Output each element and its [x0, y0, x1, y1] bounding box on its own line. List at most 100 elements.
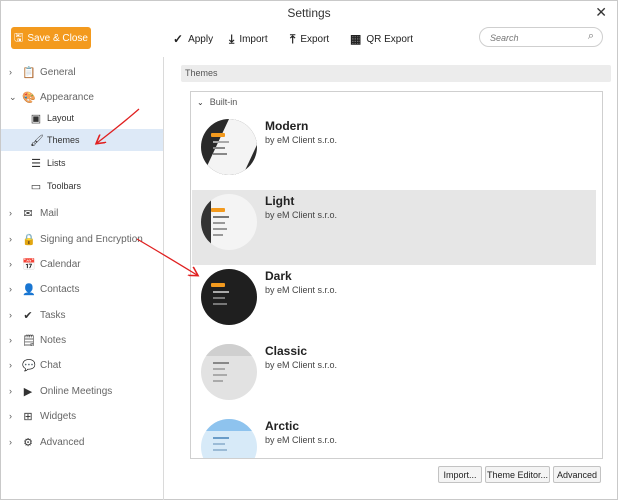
sidebar-item-label: General	[40, 66, 76, 78]
notes-icon: 🗒	[22, 334, 36, 347]
check-icon: ✔	[23, 309, 33, 322]
titlebar: Settings ✕	[1, 1, 617, 25]
sidebar-item-label: Widgets	[40, 410, 77, 422]
search-icon[interactable]: ⌕	[588, 30, 594, 43]
lock-icon: 🔒	[22, 233, 36, 246]
theme-item-arctic[interactable]: Arctic by eM Client s.r.o.	[192, 415, 596, 458]
theme-author: by eM Client s.r.o.	[265, 285, 338, 295]
chevron-right-icon[interactable]: ›	[9, 335, 12, 345]
import-theme-button[interactable]: Import...	[438, 466, 482, 483]
sidebar-item-lists[interactable]: ☰ Lists	[1, 152, 163, 174]
sidebar-item-label: Notes	[40, 334, 67, 346]
theme-author: by eM Client s.r.o.	[265, 210, 338, 220]
sidebar-item-calendar[interactable]: › 📅 Calendar	[1, 253, 163, 275]
chevron-down-icon[interactable]: ⌄	[197, 98, 204, 107]
sidebar-item-layout[interactable]: ▣ Layout	[1, 107, 163, 129]
theme-editor-button[interactable]: Theme Editor...	[485, 466, 550, 483]
chevron-right-icon[interactable]: ›	[9, 386, 12, 396]
apply-label: Apply	[188, 33, 214, 45]
palette-icon: 🎨	[22, 91, 36, 104]
toolbar-icon: ▭	[30, 180, 42, 193]
sidebar: › 📋 General ⌄ 🎨 Appearance ▣ Layout 🖌 Th…	[1, 57, 164, 500]
toolbar: 🖫 Save & Close ✓ Apply ⤓ Import ⤒ Export…	[1, 25, 617, 55]
chevron-right-icon[interactable]: ›	[9, 284, 12, 294]
video-icon: ▶	[23, 385, 33, 398]
theme-author: by eM Client s.r.o.	[265, 360, 338, 370]
theme-item-modern[interactable]: Modern by eM Client s.r.o.	[192, 115, 596, 190]
theme-name: Arctic	[265, 419, 300, 433]
apply-button[interactable]: ✓ Apply	[173, 31, 213, 47]
sidebar-item-label: Signing and Encryption	[40, 233, 143, 245]
sidebar-item-signing[interactable]: › 🔒 Signing and Encryption	[1, 228, 163, 250]
save-close-label: Save & Close	[27, 32, 88, 44]
sidebar-item-online-meetings[interactable]: › ▶ Online Meetings	[1, 380, 163, 402]
chevron-right-icon[interactable]: ›	[9, 437, 12, 447]
sidebar-item-label: Appearance	[40, 91, 94, 103]
sidebar-item-widgets[interactable]: › ⊞ Widgets	[1, 405, 163, 427]
sidebar-item-label: Online Meetings	[40, 385, 113, 397]
save-icon: 🖫	[14, 31, 24, 44]
sidebar-item-appearance[interactable]: ⌄ 🎨 Appearance	[1, 86, 163, 108]
sidebar-item-label: Themes	[47, 135, 80, 145]
theme-item-dark[interactable]: Dark by eM Client s.r.o.	[192, 265, 596, 340]
sidebar-item-label: Contacts	[40, 283, 80, 295]
sidebar-item-notes[interactable]: › 🗒 Notes	[1, 329, 163, 351]
sidebar-item-advanced[interactable]: › ⚙ Advanced	[1, 431, 163, 453]
sidebar-item-mail[interactable]: › ✉ Mail	[1, 202, 163, 224]
sidebar-item-label: Mail	[40, 207, 59, 219]
save-close-button[interactable]: 🖫 Save & Close	[11, 27, 91, 49]
layout-icon: ▣	[30, 112, 42, 125]
theme-name: Classic	[265, 344, 308, 358]
brush-icon: 🖌	[30, 134, 44, 147]
mail-icon: ✉	[23, 207, 33, 220]
themes-list[interactable]: ⌄ Built-in Modern by eM Client s.r.o. Li…	[190, 91, 603, 459]
search-input[interactable]	[490, 31, 580, 44]
group-title: Built-in	[209, 97, 238, 107]
sidebar-item-label: Calendar	[40, 258, 81, 270]
list-icon: ☰	[31, 157, 41, 170]
qr-code-icon: ▦	[350, 32, 362, 46]
sidebar-item-contacts[interactable]: › 👤 Contacts	[1, 278, 163, 300]
sidebar-item-label: Advanced	[40, 436, 85, 448]
theme-item-classic[interactable]: Classic by eM Client s.r.o.	[192, 340, 596, 415]
theme-thumbnail	[201, 194, 257, 250]
download-icon: ⤓	[229, 31, 235, 46]
sidebar-item-chat[interactable]: › 💬 Chat	[1, 354, 163, 376]
theme-name: Dark	[265, 269, 292, 283]
clipboard-icon: 📋	[22, 66, 36, 79]
chevron-right-icon[interactable]: ›	[9, 67, 12, 77]
import-button[interactable]: ⤓ Import	[229, 31, 268, 47]
chevron-right-icon[interactable]: ›	[9, 360, 12, 370]
sidebar-item-themes[interactable]: 🖌 Themes	[1, 129, 163, 151]
theme-thumbnail	[201, 269, 257, 325]
chevron-down-icon[interactable]: ⌄	[9, 92, 17, 103]
qr-export-label: QR Export	[366, 33, 414, 45]
search-box[interactable]: ⌕	[479, 27, 603, 47]
sidebar-item-toolbars[interactable]: ▭ Toolbars	[1, 175, 163, 197]
window-title: Settings	[287, 6, 331, 20]
sidebar-item-label: Lists	[47, 158, 66, 168]
upload-icon: ⤒	[290, 31, 296, 46]
theme-item-light[interactable]: Light by eM Client s.r.o.	[192, 190, 596, 265]
theme-thumbnail	[201, 419, 257, 458]
export-label: Export	[300, 33, 330, 45]
chat-icon: 💬	[22, 359, 36, 372]
widgets-icon: ⊞	[23, 410, 33, 423]
sidebar-item-tasks[interactable]: › ✔ Tasks	[1, 304, 163, 326]
close-icon[interactable]: ✕	[595, 4, 607, 21]
theme-author: by eM Client s.r.o.	[265, 135, 338, 145]
sidebar-item-general[interactable]: › 📋 General	[1, 61, 163, 83]
chevron-right-icon[interactable]: ›	[9, 411, 12, 421]
chevron-right-icon[interactable]: ›	[9, 310, 12, 320]
theme-name: Modern	[265, 119, 309, 133]
group-header-built-in[interactable]: ⌄ Built-in	[197, 97, 237, 107]
chevron-right-icon[interactable]: ›	[9, 234, 12, 244]
chevron-right-icon[interactable]: ›	[9, 259, 12, 269]
advanced-button[interactable]: Advanced	[553, 466, 601, 483]
import-label: Import	[239, 33, 268, 45]
export-button[interactable]: ⤒ Export	[290, 31, 329, 47]
qr-export-button[interactable]: ▦ QR Export	[350, 31, 413, 47]
chevron-right-icon[interactable]: ›	[9, 208, 12, 218]
section-title: Themes	[181, 65, 611, 82]
check-icon: ✓	[173, 32, 184, 46]
